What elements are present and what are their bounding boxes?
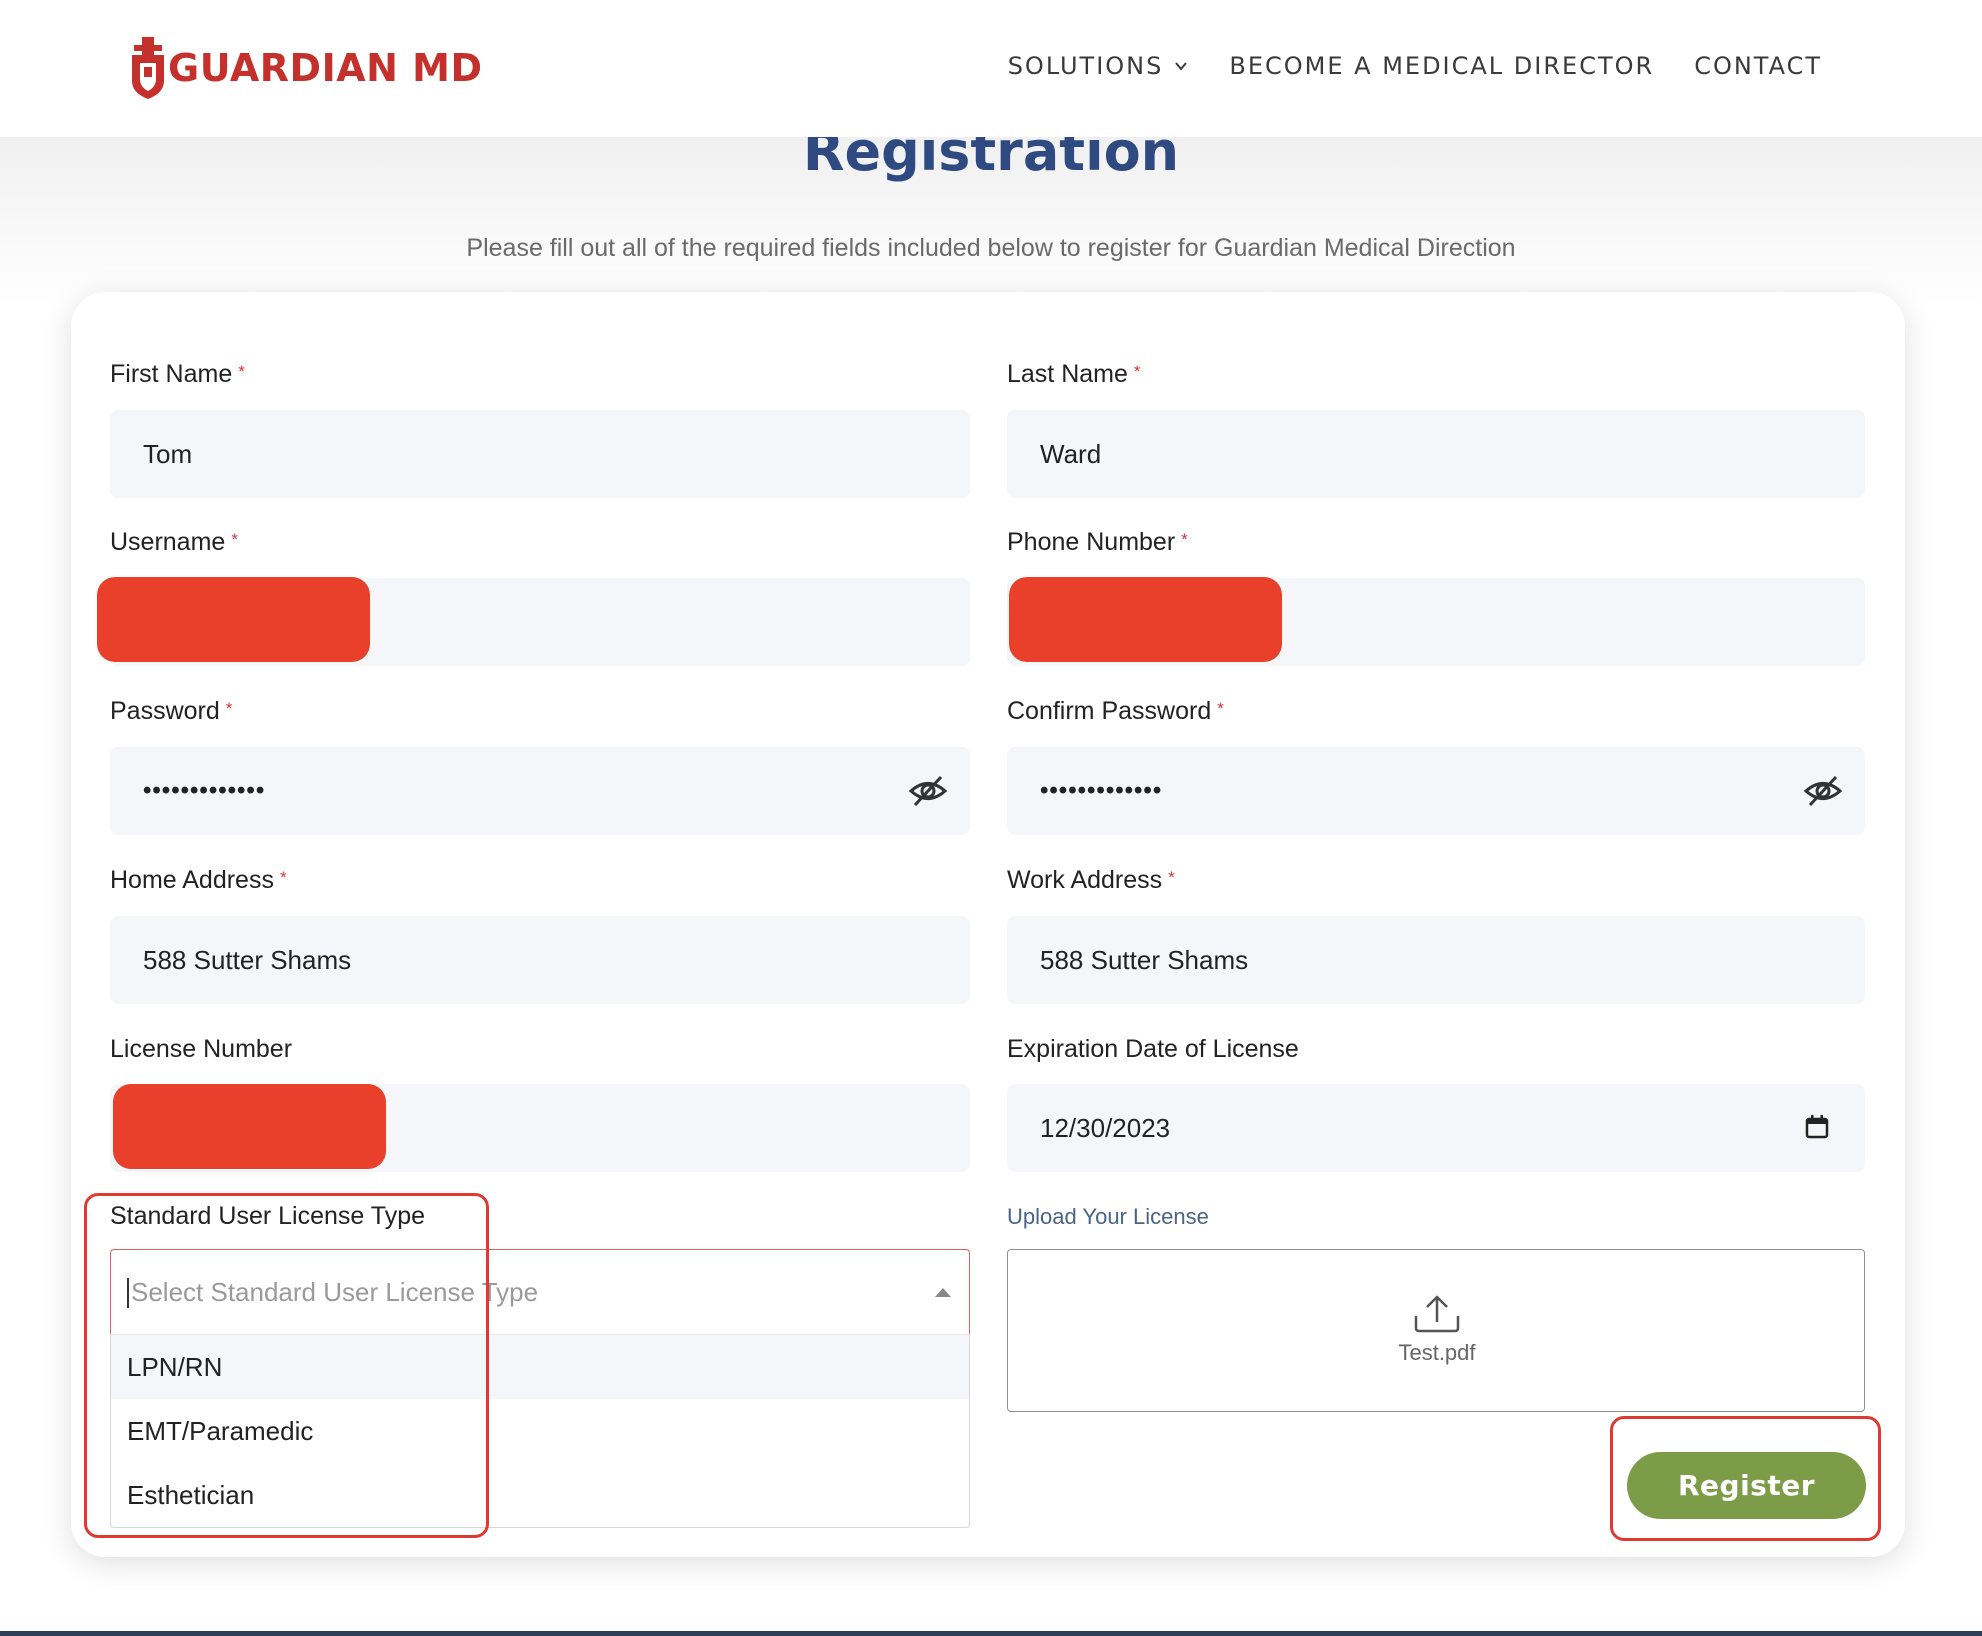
nav-become-medical-director-label: BECOME A MEDICAL DIRECTOR: [1229, 52, 1655, 80]
last-name-input[interactable]: Ward: [1007, 410, 1865, 498]
work-address-value: 588 Sutter Shams: [1040, 944, 1249, 975]
first-name-label: First Name *: [110, 360, 245, 389]
password-label: Password *: [110, 697, 232, 726]
expiration-date-label-text: Expiration Date of License: [1007, 1035, 1299, 1063]
home-address-input[interactable]: 588 Sutter Shams: [110, 916, 970, 1004]
phone-label: Phone Number *: [1007, 528, 1188, 557]
work-address-input[interactable]: 588 Sutter Shams: [1007, 916, 1865, 1004]
home-address-label-text: Home Address: [110, 866, 274, 894]
nav-solutions-label: SOLUTIONS: [1007, 52, 1164, 80]
work-address-label: Work Address *: [1007, 866, 1175, 895]
caret-up-icon[interactable]: [935, 1288, 951, 1297]
first-name-label-text: First Name: [110, 360, 233, 388]
upload-dropzone[interactable]: Test.pdf: [1007, 1249, 1865, 1412]
footer-edge: [0, 1631, 1982, 1636]
expiration-date-input[interactable]: 12/30/2023: [1007, 1084, 1865, 1172]
expiration-date-value: 12/30/2023: [1040, 1112, 1171, 1143]
required-asterisk: *: [279, 868, 287, 887]
last-name-label-text: Last Name: [1007, 360, 1128, 388]
calendar-icon[interactable]: [1805, 1114, 1829, 1140]
upload-icon: [1414, 1295, 1460, 1333]
uploaded-file-name: Test.pdf: [1398, 1340, 1476, 1365]
required-asterisk: *: [231, 530, 238, 549]
eye-slash-icon[interactable]: [908, 773, 948, 809]
required-asterisk: *: [1133, 362, 1141, 381]
work-address-label-text: Work Address: [1007, 866, 1163, 894]
password-label-text: Password: [110, 697, 220, 725]
first-name-value: Tom: [143, 438, 193, 469]
password-input[interactable]: •••••••••••••: [110, 747, 970, 835]
nav-contact[interactable]: CONTACT: [1694, 52, 1822, 80]
logo-text: GUARDIAN MD: [168, 46, 483, 90]
home-address-label: Home Address *: [110, 866, 287, 895]
eye-slash-icon[interactable]: [1803, 773, 1843, 809]
page-subtitle: Please fill out all of the required fiel…: [466, 234, 1516, 262]
confirm-password-label: Confirm Password *: [1007, 697, 1224, 726]
required-asterisk: *: [225, 699, 233, 718]
required-asterisk: *: [1168, 868, 1175, 887]
username-label: Username *: [110, 528, 238, 557]
last-name-label: Last Name *: [1007, 360, 1141, 389]
phone-label-text: Phone Number: [1007, 528, 1176, 556]
main-nav: SOLUTIONS BECOME A MEDICAL DIRECTOR CONT…: [968, 52, 1822, 80]
home-address-value: 588 Sutter Shams: [143, 944, 352, 975]
last-name-value: Ward: [1040, 438, 1102, 469]
redaction-overlay: [97, 577, 370, 662]
expiration-date-label: Expiration Date of License: [1007, 1035, 1299, 1064]
confirm-password-value: •••••••••••••: [1040, 777, 1163, 804]
redaction-overlay: [113, 1084, 386, 1169]
username-label-text: Username: [110, 528, 226, 556]
confirm-password-input[interactable]: •••••••••••••: [1007, 747, 1865, 835]
shield-cross-logo-icon: [132, 37, 164, 99]
confirm-password-label-text: Confirm Password: [1007, 697, 1212, 725]
required-asterisk: *: [1181, 530, 1188, 549]
upload-license-label: Upload Your License: [1007, 1204, 1209, 1229]
password-value: •••••••••••••: [143, 777, 266, 804]
logo[interactable]: GUARDIAN MD: [130, 34, 483, 102]
nav-contact-label: CONTACT: [1694, 52, 1822, 80]
license-number-label-text: License Number: [110, 1035, 293, 1063]
required-asterisk: *: [238, 362, 245, 381]
redaction-overlay: [1009, 577, 1282, 662]
top-navigation-bar: GUARDIAN MD SOLUTIONS BECOME A MEDICAL D…: [0, 0, 1982, 137]
chevron-down-icon: [1175, 62, 1188, 71]
highlight-annotation-license-type: [84, 1193, 489, 1538]
first-name-input[interactable]: Tom: [110, 410, 970, 498]
highlight-annotation-register: [1610, 1416, 1881, 1541]
required-asterisk: *: [1217, 699, 1224, 718]
license-number-label: License Number: [110, 1035, 292, 1064]
nav-become-medical-director[interactable]: BECOME A MEDICAL DIRECTOR: [1229, 52, 1654, 80]
nav-solutions[interactable]: SOLUTIONS: [1008, 52, 1190, 80]
